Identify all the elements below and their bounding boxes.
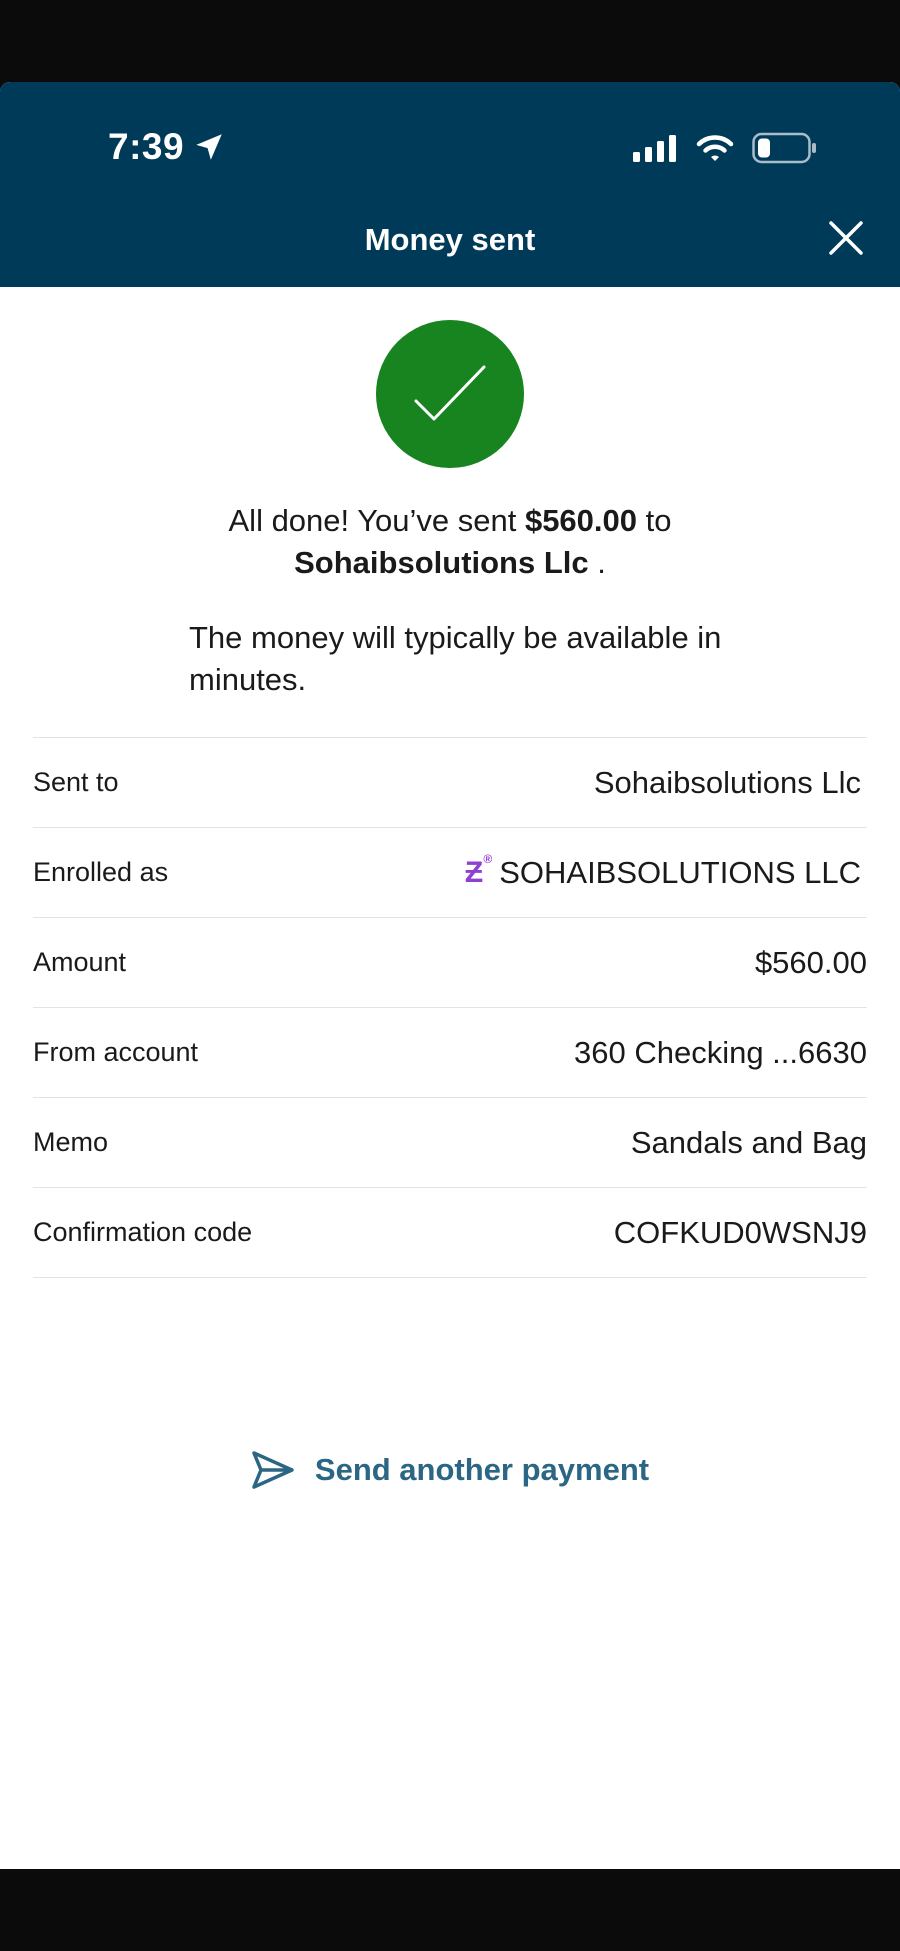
app-screen: 7:39 Money sent All done! You’ve sent $5… [0,82,900,1869]
wifi-icon [696,135,734,161]
detail-value: SOHAIBSOLUTIONS LLC [499,854,861,890]
detail-label: Confirmation code [33,1217,253,1247]
cellular-signal-icon [633,135,676,162]
detail-row-sent-to: Sent to Sohaibsolutions Llc [33,738,867,828]
status-time-text: 7:39 [108,126,185,167]
page-title: Money sent [364,222,536,257]
checkmark-icon [414,365,486,421]
message-prefix: All done! You’ve sent [228,503,525,538]
payment-details-list: Sent to Sohaibsolutions Llc Enrolled as … [33,737,867,1278]
close-icon [829,221,863,255]
detail-row-amount: Amount $560.00 [33,918,867,1008]
detail-label: Sent to [33,767,119,797]
detail-label: Amount [33,947,127,977]
detail-value: 360 Checking ...6630 [574,1034,867,1070]
battery-icon [752,132,816,164]
detail-label: Enrolled as [33,857,169,887]
detail-label: Memo [33,1127,109,1157]
header-bar: 7:39 Money sent [0,82,900,287]
recipient-suffix: . [588,545,606,580]
close-button[interactable] [822,214,870,262]
status-time: 7:39 [108,126,226,168]
send-another-payment-button[interactable]: Send another payment [0,1450,900,1490]
zelle-icon: Ƶ ® [464,851,493,889]
location-arrow-icon [196,134,222,160]
detail-value: $560.00 [754,944,867,980]
confirmation-message: All done! You’ve sent $560.00 to Sohaibs… [0,500,900,584]
success-check-badge [376,320,524,468]
recipient-name: Sohaibsolutions Llc [294,545,589,580]
detail-value: COFKUD0WSNJ9 [613,1214,867,1250]
detail-value-wrap: Ƶ ® SOHAIBSOLUTIONS LLC [464,851,867,891]
sent-amount: $560.00 [524,503,638,538]
message-suffix: to [637,503,672,538]
detail-row-memo: Memo Sandals and Bag [33,1098,867,1188]
detail-value: Sandals and Bag [630,1124,867,1160]
detail-row-enrolled-as: Enrolled as Ƶ ® SOHAIBSOLUTIONS LLC [33,828,867,918]
send-another-label: Send another payment [314,1452,650,1487]
status-icons [632,132,818,164]
detail-row-from-account: From account 360 Checking ...6630 [33,1008,867,1098]
availability-message: The money will typically be available in… [189,620,722,697]
detail-value: Sohaibsolutions Llc [593,764,861,800]
send-arrow-icon [252,1451,294,1489]
detail-row-confirmation-code: Confirmation code COFKUD0WSNJ9 [33,1188,867,1278]
detail-label: From account [33,1037,199,1067]
